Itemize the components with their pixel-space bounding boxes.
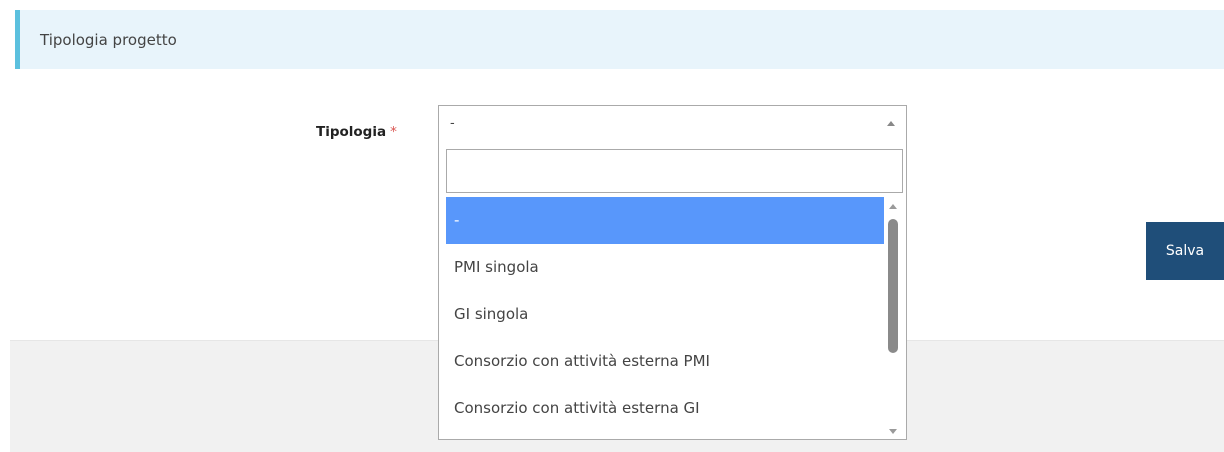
selected-value: - — [450, 116, 455, 131]
options-list: - PMI singola GI singola Consorzio con a… — [446, 197, 884, 439]
option-item-pmi-singola[interactable]: PMI singola — [446, 244, 884, 291]
tipologia-label-text: Tipologia — [316, 124, 387, 140]
options-scrollbar[interactable] — [884, 197, 902, 439]
tipologia-label: Tipologia * — [316, 124, 397, 140]
scrollbar-thumb[interactable] — [888, 219, 898, 353]
caret-up-icon — [887, 121, 895, 126]
tipologia-select[interactable]: - — [438, 105, 907, 144]
section-header: Tipologia progetto — [15, 10, 1224, 69]
tipologia-dropdown: - PMI singola GI singola Consorzio con a… — [438, 143, 907, 440]
option-item-consorzio-pmi[interactable]: Consorzio con attività esterna PMI — [446, 338, 884, 385]
option-item-gi-singola[interactable]: GI singola — [446, 291, 884, 338]
section-title: Tipologia progetto — [40, 31, 177, 49]
required-marker: * — [390, 124, 397, 140]
option-item-dash[interactable]: - — [446, 197, 884, 244]
dropdown-search-input[interactable] — [446, 149, 903, 193]
scroll-down-arrow-icon[interactable] — [889, 429, 897, 434]
save-button[interactable]: Salva — [1146, 222, 1224, 280]
scroll-up-arrow-icon[interactable] — [889, 204, 897, 209]
page: Tipologia progetto Tipologia * - Salva - … — [0, 0, 1224, 452]
option-item-consorzio-gi[interactable]: Consorzio con attività esterna GI — [446, 385, 884, 432]
